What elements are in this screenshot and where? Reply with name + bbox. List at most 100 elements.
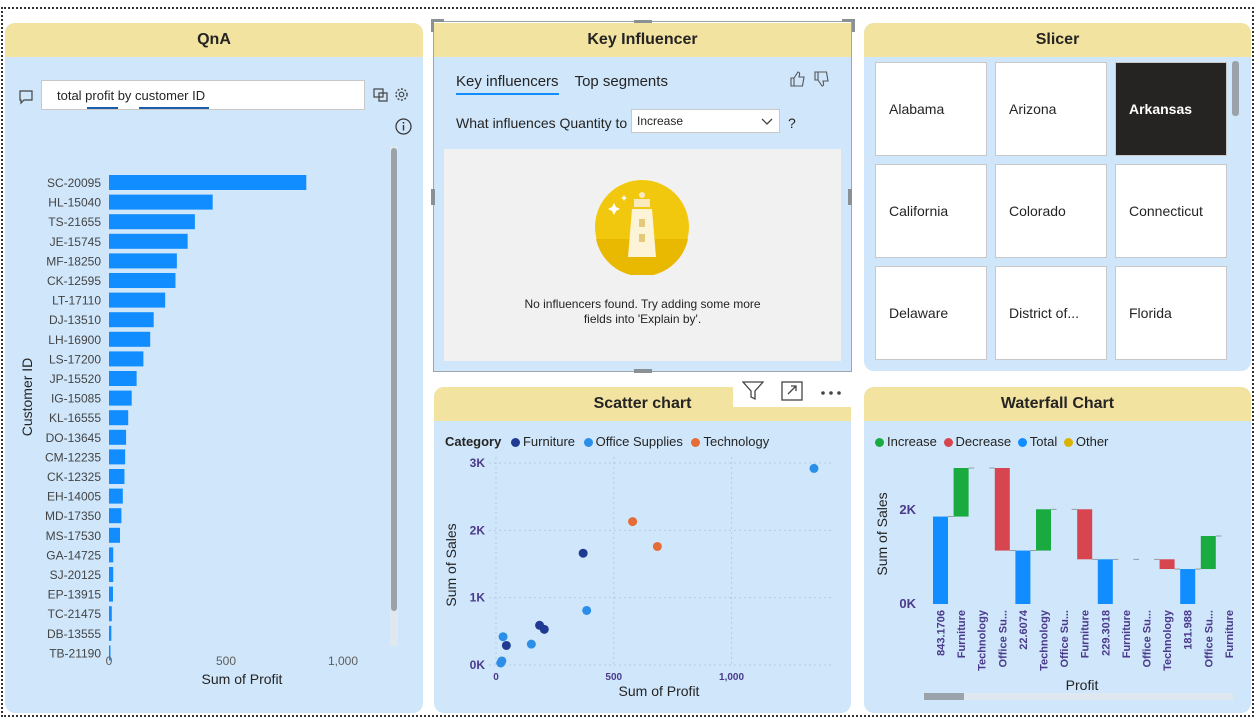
resize-handle-top-right[interactable] bbox=[842, 19, 855, 32]
wf-scrollbar-thumb[interactable] bbox=[924, 693, 964, 700]
comment-icon[interactable] bbox=[18, 89, 34, 110]
qna-bar bbox=[109, 351, 144, 367]
qna-bar-label: HL-15040 bbox=[48, 196, 101, 210]
wf-category-label: Office Su... bbox=[997, 610, 1009, 667]
qna-bar-label: EP-13915 bbox=[48, 588, 102, 602]
gear-icon[interactable] bbox=[394, 87, 409, 107]
qna-bar-label: DO-13645 bbox=[46, 431, 102, 445]
scatter-point bbox=[539, 624, 549, 634]
qna-bar-label: DJ-13510 bbox=[49, 313, 101, 327]
qna-bar-label: JE-15745 bbox=[50, 235, 102, 249]
scatter-xlabel: Sum of Profit bbox=[619, 683, 700, 699]
qna-bar-label: CK-12325 bbox=[47, 470, 101, 484]
wf-bar bbox=[1015, 550, 1031, 604]
qna-xtick: 0 bbox=[106, 654, 113, 668]
qna-bar-chart: SC-20095 HL-15040 TS-21655 JE-15745 MF-18250… bbox=[19, 146, 398, 687]
slicer-panel: Slicer Alabama Arizona Arkansas California C… bbox=[864, 23, 1251, 371]
scatter-ytick: 2K bbox=[470, 523, 486, 537]
resize-handle-top[interactable] bbox=[634, 20, 652, 23]
slicer-title: Slicer bbox=[864, 23, 1251, 57]
qna-bar-label: KL-16555 bbox=[49, 411, 101, 425]
wf-category-label: Furniture bbox=[1080, 610, 1092, 658]
qna-bar bbox=[109, 312, 154, 328]
qna-bar-label: IG-15085 bbox=[51, 392, 101, 406]
resize-handle-left[interactable] bbox=[431, 189, 435, 205]
qna-query-text: total profit by customer ID bbox=[57, 88, 206, 103]
wf-category-label: Office Su... bbox=[1059, 610, 1071, 667]
slicer-item[interactable]: Connecticut bbox=[1115, 164, 1227, 258]
qna-bar bbox=[109, 194, 213, 210]
qna-bar bbox=[109, 547, 114, 563]
slicer-item[interactable]: District of... bbox=[995, 266, 1107, 360]
resize-handle-bottom[interactable] bbox=[634, 369, 652, 373]
qna-bar-label: TS-21655 bbox=[48, 215, 101, 229]
scatter-xtick: 500 bbox=[605, 672, 622, 683]
wf-xlabel: Profit bbox=[1066, 677, 1099, 693]
qna-bar bbox=[109, 527, 120, 543]
wf-ylabel: Sum of Sales bbox=[874, 492, 890, 575]
wf-category-label: 843.1706 bbox=[936, 610, 948, 656]
qna-bar-label: JP-15520 bbox=[50, 372, 102, 386]
scatter-point bbox=[809, 463, 819, 473]
slicer-item[interactable]: Colorado bbox=[995, 164, 1107, 258]
wf-category-label: Office Su... bbox=[1142, 610, 1154, 667]
qna-xtick: 1,000 bbox=[328, 654, 358, 668]
scatter-plot: 3K 2K 1K 0K 0 500 1,000 Sum of Sales Sum of Pr… bbox=[443, 456, 834, 699]
slicer-item[interactable]: Alabama bbox=[875, 62, 987, 156]
scatter-ytick: 1K bbox=[470, 591, 486, 605]
wf-bar bbox=[1097, 559, 1113, 604]
wf-ytick-0: 2K bbox=[899, 502, 916, 517]
wf-category-label: Furniture bbox=[1224, 610, 1236, 658]
filter-icon[interactable] bbox=[741, 380, 765, 406]
qna-query-input[interactable]: total profit by customer ID bbox=[41, 80, 365, 110]
wf-category-label: Technology bbox=[977, 609, 989, 671]
slicer-item[interactable]: Arizona bbox=[995, 62, 1107, 156]
slicer-item[interactable]: Delaware bbox=[875, 266, 987, 360]
wf-bar bbox=[953, 468, 969, 517]
qna-bar bbox=[109, 488, 123, 504]
slicer-scrollbar-thumb[interactable] bbox=[1232, 61, 1239, 116]
qna-bar-label: CK-12595 bbox=[47, 274, 101, 288]
wf-bar bbox=[1200, 536, 1216, 570]
qna-panel: QnA total profit by customer ID SC-20095… bbox=[5, 23, 423, 713]
wf-bar bbox=[1180, 569, 1196, 604]
qna-bar-label: LS-17200 bbox=[49, 352, 101, 366]
qna-bar-label: CM-12235 bbox=[45, 450, 101, 464]
wf-bar bbox=[994, 468, 1010, 551]
qna-bar bbox=[109, 214, 195, 230]
qna-scrollbar-thumb[interactable] bbox=[391, 148, 397, 611]
scatter-point bbox=[652, 541, 662, 551]
resize-handle-right[interactable] bbox=[848, 189, 852, 205]
ki-selection-frame bbox=[433, 21, 852, 372]
qna-bar bbox=[109, 292, 166, 308]
qna-bar bbox=[109, 429, 127, 445]
slicer-item[interactable]: Arkansas bbox=[1115, 62, 1227, 156]
qna-bar-label: TB-21190 bbox=[49, 646, 101, 660]
wf-category-label: Technology bbox=[1162, 609, 1174, 671]
scatter-xtick: 0 bbox=[493, 672, 499, 683]
wf-category-label: Furniture bbox=[956, 610, 968, 658]
wf-bar bbox=[933, 516, 948, 604]
qna-bar bbox=[109, 449, 126, 465]
qna-ylabel: Customer ID bbox=[19, 358, 35, 437]
slicer-item[interactable]: Florida bbox=[1115, 266, 1227, 360]
scatter-ytick: 0K bbox=[470, 658, 486, 672]
scatter-point bbox=[582, 605, 592, 615]
slicer-item[interactable]: California bbox=[875, 164, 987, 258]
focus-mode-icon[interactable] bbox=[781, 380, 803, 406]
qna-bar-label: MD-17350 bbox=[45, 509, 101, 523]
wf-scrollbar-track[interactable] bbox=[923, 693, 1233, 700]
info-icon[interactable] bbox=[395, 118, 412, 140]
scatter-point bbox=[498, 632, 508, 642]
wf-category-label: 22.6074 bbox=[1018, 609, 1030, 650]
scatter-point bbox=[496, 658, 506, 668]
more-options-icon[interactable] bbox=[820, 384, 842, 402]
qna-bar-label: TC-21475 bbox=[48, 607, 102, 621]
table-view-icon[interactable] bbox=[373, 87, 388, 107]
scatter-ytick: 3K bbox=[470, 456, 486, 470]
query-underline-profit bbox=[87, 107, 118, 109]
qna-bar-label: LT-17110 bbox=[52, 294, 101, 308]
qna-bar bbox=[109, 606, 112, 622]
qna-bar-label: MF-18250 bbox=[46, 254, 101, 268]
resize-handle-top-left[interactable] bbox=[431, 19, 444, 32]
